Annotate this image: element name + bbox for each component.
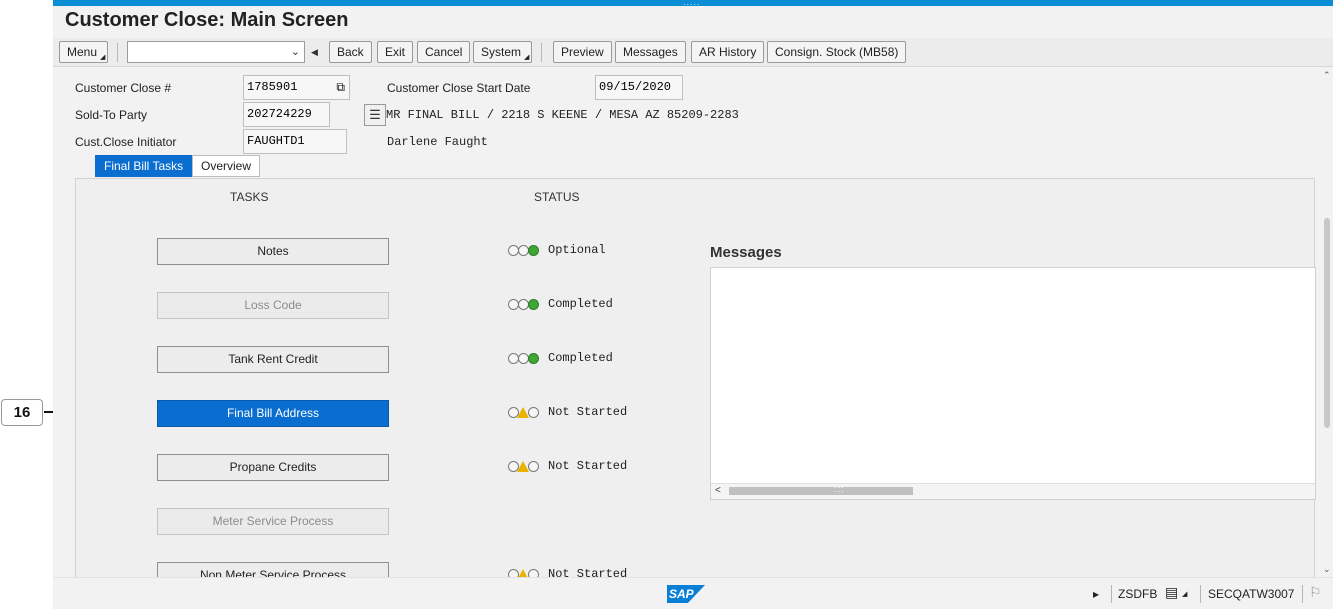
- task-final-bill-address-button[interactable]: Final Bill Address: [157, 400, 389, 427]
- initiator-field[interactable]: FAUGHTD1: [243, 129, 347, 154]
- command-field[interactable]: ⌄: [127, 41, 305, 63]
- scroll-up-icon[interactable]: ⌃: [1323, 70, 1331, 81]
- scroll-down-icon[interactable]: ⌄: [1323, 564, 1331, 575]
- sap-window: ..... Customer Close: Main Screen Menu ◢…: [53, 0, 1333, 609]
- close-no-label: Customer Close #: [75, 81, 172, 95]
- initiator-name: Darlene Faught: [387, 135, 488, 149]
- task-notes-button[interactable]: Notes: [157, 238, 389, 265]
- toolbar-separator: [117, 43, 118, 62]
- ar-history-button[interactable]: AR History: [691, 41, 765, 63]
- sold-to-description: MR FINAL BILL / 2218 S KEENE / MESA AZ 8…: [386, 108, 739, 122]
- toolbar-separator: [541, 43, 542, 62]
- start-date-field[interactable]: 09/15/2020: [595, 75, 683, 100]
- toolbar: Menu ◢ ⌄ ◀ Back Exit Cancel System ◢ Pre…: [53, 38, 1333, 67]
- copy-icon[interactable]: ⧉: [336, 76, 345, 99]
- back-button[interactable]: Back: [329, 41, 372, 63]
- traffic-light-yellow-icon: [508, 461, 540, 473]
- resize-grip-icon[interactable]: .....: [683, 0, 701, 7]
- task-propane-credits-button[interactable]: Propane Credits: [157, 454, 389, 481]
- sold-to-field[interactable]: 202724229: [243, 102, 330, 127]
- close-no-field[interactable]: 1785901 ⧉: [243, 75, 350, 100]
- tab-final-bill-tasks[interactable]: Final Bill Tasks: [95, 155, 193, 177]
- status-text: Completed: [548, 351, 613, 365]
- menu-button[interactable]: Menu ◢: [59, 41, 109, 63]
- top-accent-bar: .....: [53, 0, 1333, 7]
- caret-right-icon[interactable]: ▸: [1093, 587, 1099, 601]
- system-corner-icon: ◢: [523, 54, 530, 61]
- status-separator: [1111, 585, 1112, 603]
- status-separator: [1200, 585, 1201, 603]
- messages-horizontal-scrollbar[interactable]: < :::: [711, 483, 1315, 499]
- status-text: Completed: [548, 297, 613, 311]
- traffic-light-yellow-icon: [508, 569, 540, 577]
- task-tank-rent-credit-button[interactable]: Tank Rent Credit: [157, 346, 389, 373]
- messages-title: Messages: [710, 244, 782, 261]
- start-date-label: Customer Close Start Date: [387, 81, 531, 95]
- transaction-code: ZSDFB: [1118, 587, 1158, 601]
- sap-logo: SAP: [667, 585, 705, 603]
- traffic-light-yellow-icon: [508, 407, 540, 419]
- system-button-label: System: [481, 45, 522, 59]
- preview-button[interactable]: Preview: [553, 41, 612, 63]
- messages-box[interactable]: < :::: [710, 267, 1316, 500]
- task-non-meter-service-process-button[interactable]: Non Meter Service Process: [157, 562, 389, 577]
- scroll-thumb[interactable]: :::: [729, 484, 913, 495]
- main-content: Customer Close # 1785901 ⧉ Customer Close…: [53, 68, 1321, 577]
- page-title: Customer Close: Main Screen: [65, 9, 349, 31]
- server-name: SECQATW3007: [1208, 587, 1295, 601]
- status-text: Not Started: [548, 459, 628, 473]
- tab-overview[interactable]: Overview: [192, 155, 261, 177]
- consign-stock-button[interactable]: Consign. Stock (MB58): [767, 41, 907, 63]
- status-text: Not Started: [548, 405, 628, 419]
- initiator-label: Cust.Close Initiator: [75, 135, 177, 149]
- system-info-corner-icon: ◢: [1182, 591, 1188, 598]
- menu-button-label: Menu: [67, 45, 98, 59]
- details-list-icon[interactable]: ☰: [364, 104, 386, 126]
- exit-button[interactable]: Exit: [377, 41, 414, 63]
- task-loss-code-button[interactable]: Loss Code: [157, 292, 389, 319]
- traffic-light-green-icon: [508, 353, 540, 365]
- callout-badge: 16: [1, 399, 43, 426]
- sold-to-label: Sold-To Party: [75, 108, 148, 122]
- messages-button[interactable]: Messages: [615, 41, 686, 63]
- cancel-button[interactable]: Cancel: [417, 41, 471, 63]
- system-button[interactable]: System ◢: [473, 41, 533, 63]
- chevron-down-icon[interactable]: ⌄: [291, 45, 300, 58]
- status-text: Optional: [548, 243, 606, 257]
- caret-left-icon[interactable]: ◀: [311, 47, 318, 58]
- close-no-value: 1785901: [247, 80, 298, 94]
- tasks-column-header: TASKS: [230, 190, 269, 204]
- status-column-header: STATUS: [534, 190, 580, 204]
- task-meter-service-process-button[interactable]: Meter Service Process: [157, 508, 389, 535]
- status-bar: SAP ▸ ZSDFB ▤ ◢ SECQATW3007 ⚐: [53, 577, 1333, 609]
- traffic-light-green-icon: [508, 299, 540, 311]
- system-info-icon[interactable]: ▤: [1165, 584, 1178, 601]
- status-text: Not Started: [548, 567, 628, 577]
- flag-icon[interactable]: ⚐: [1309, 584, 1322, 601]
- vertical-scrollbar[interactable]: ⌃ ⌄: [1321, 68, 1333, 577]
- status-separator: [1302, 585, 1303, 603]
- scroll-thumb[interactable]: [1324, 218, 1330, 428]
- scroll-left-icon[interactable]: <: [715, 485, 721, 496]
- traffic-light-green-icon: [508, 245, 540, 257]
- menu-corner-icon: ◢: [99, 54, 106, 61]
